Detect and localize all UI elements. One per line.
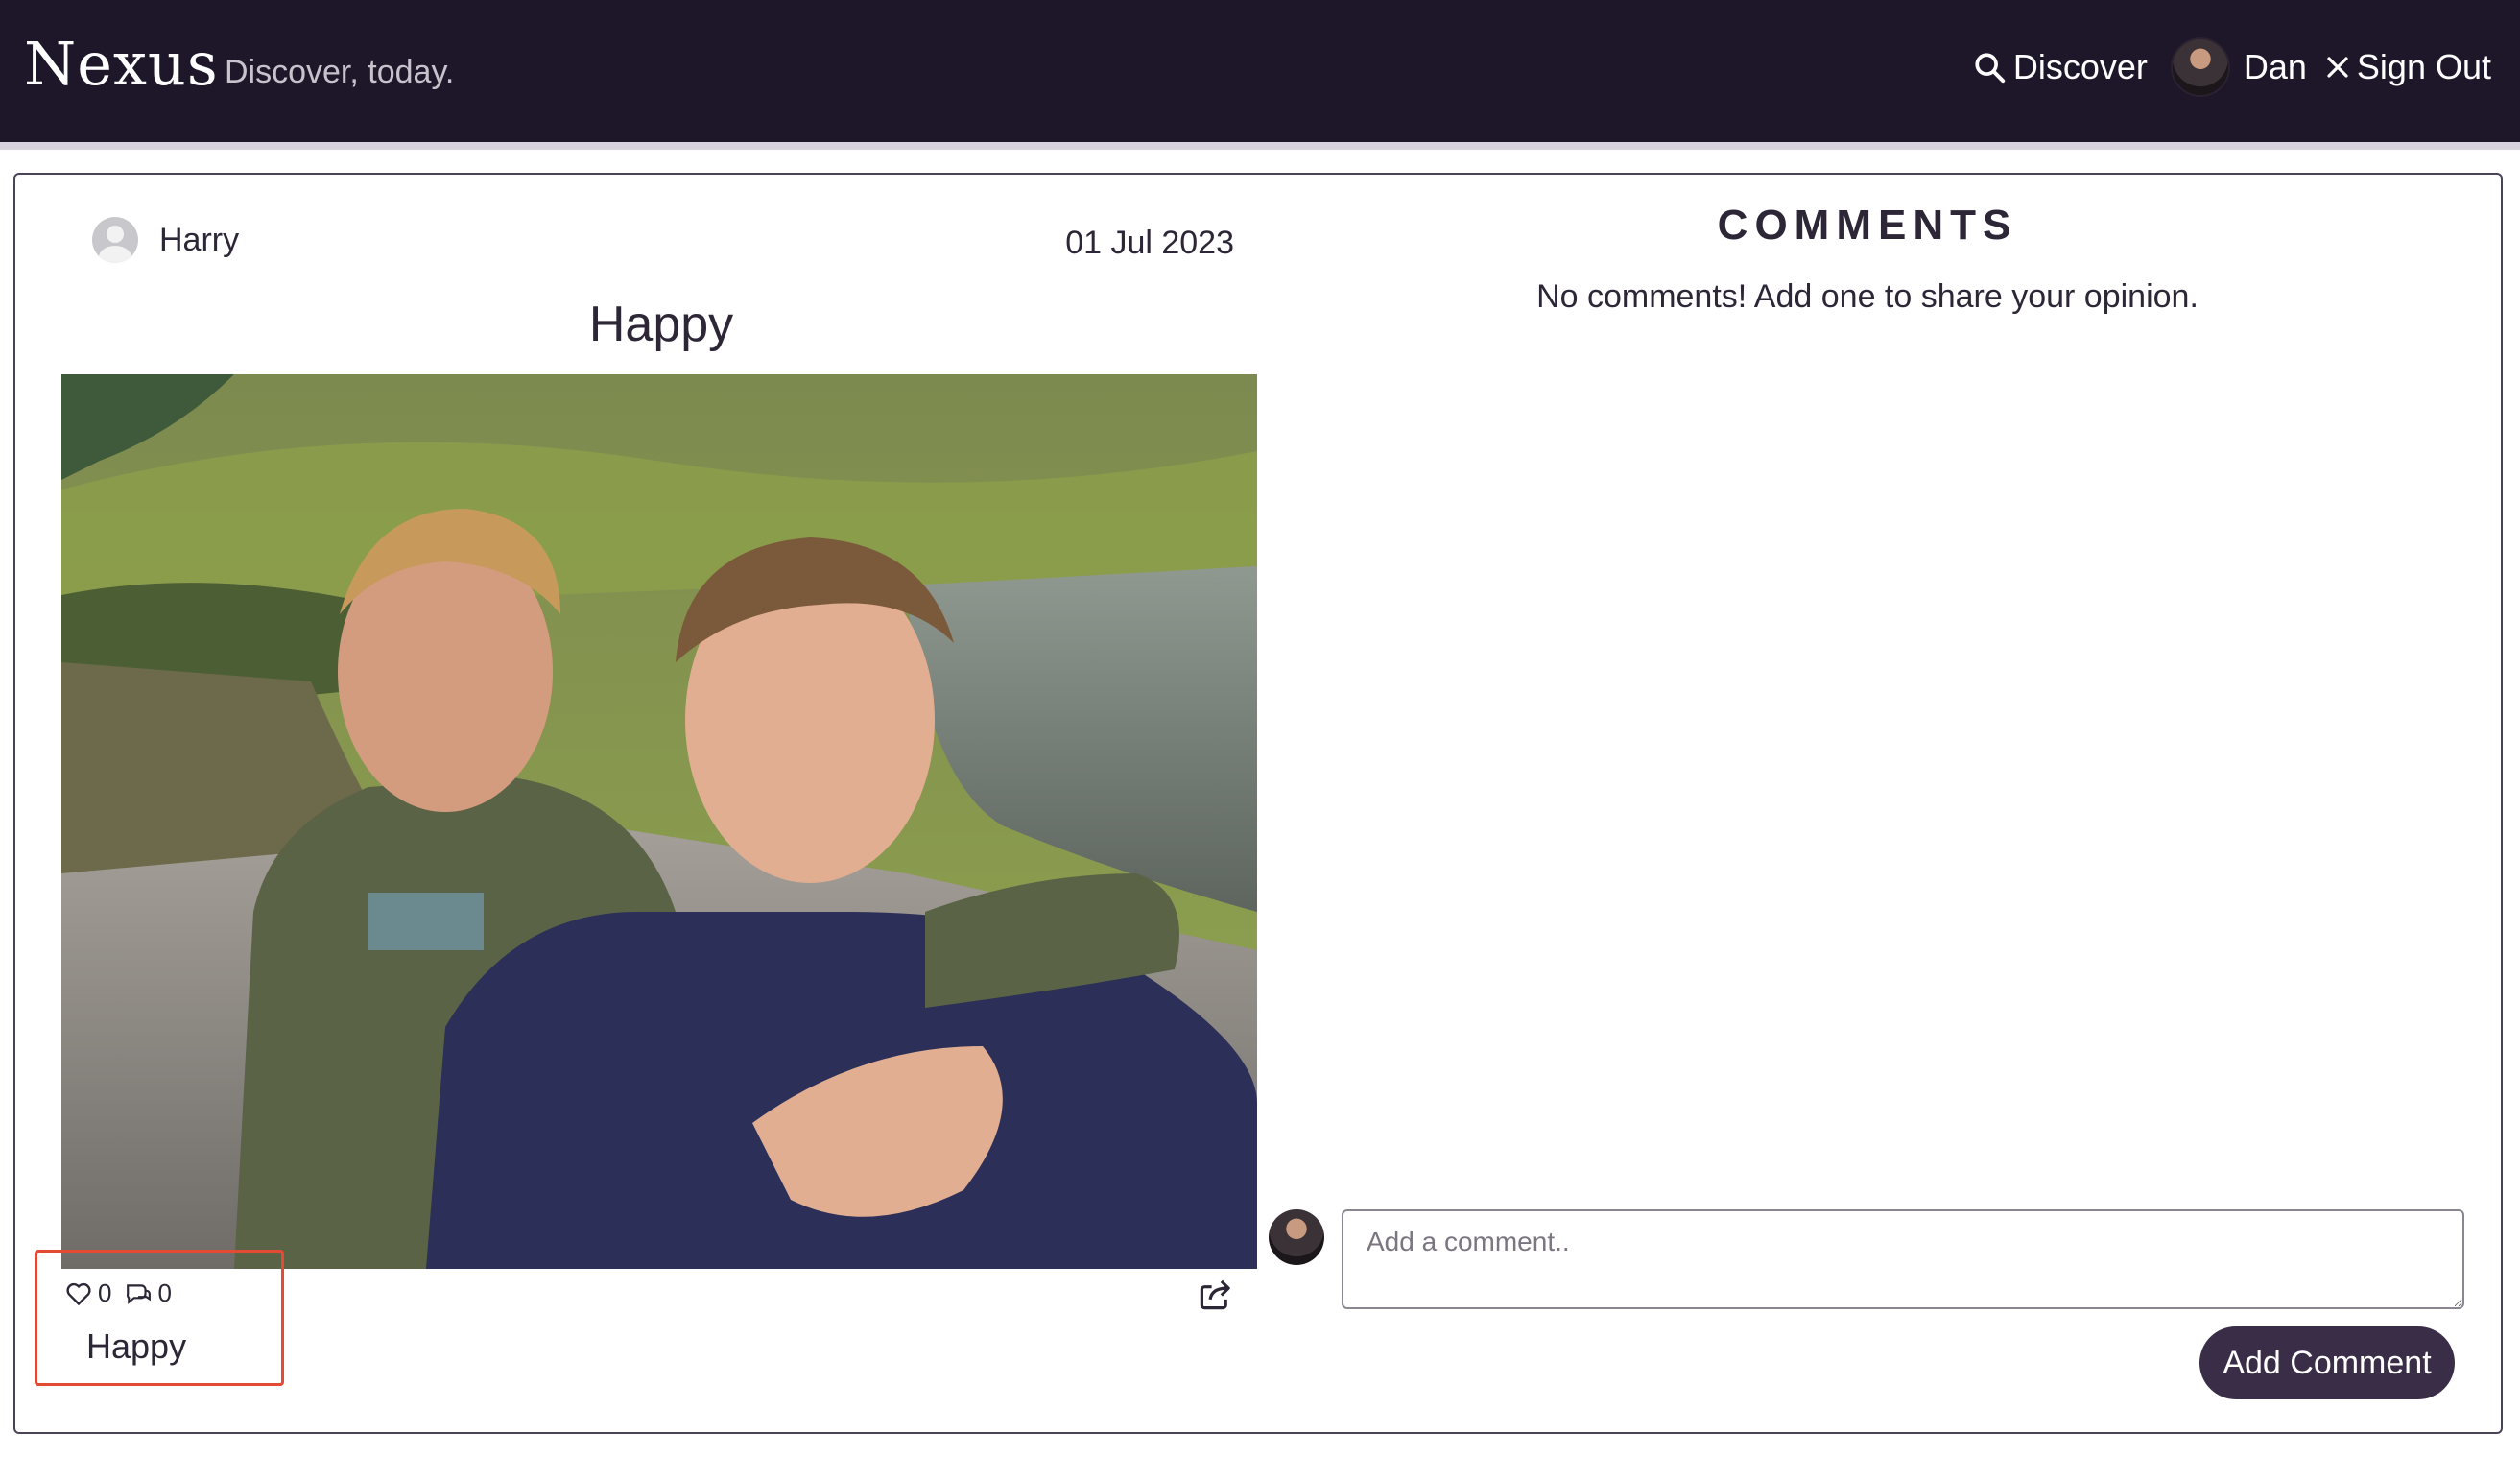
comments-empty-message: No comments! Add one to share your opini…	[1536, 278, 2199, 315]
post-caption: Happy	[86, 1326, 187, 1366]
nav-actions: Discover Dan Sign Out	[1973, 36, 2491, 98]
sign-out-link[interactable]: Sign Out	[2326, 47, 2491, 87]
heart-icon[interactable]	[65, 1281, 92, 1306]
discover-link[interactable]: Discover	[1973, 47, 2148, 87]
sign-out-label: Sign Out	[2356, 47, 2491, 86]
post-author[interactable]: Harry	[92, 217, 239, 263]
post-title: Happy	[588, 297, 734, 352]
post-stats: 0 0	[65, 1278, 172, 1308]
search-icon	[1975, 53, 2005, 84]
like-count: 0	[98, 1278, 112, 1307]
brand-logo[interactable]: Nexus	[24, 29, 219, 99]
comments-heading: COMMENTS	[1717, 202, 2018, 249]
add-comment-button[interactable]: Add Comment	[2199, 1326, 2455, 1399]
comment-count: 0	[157, 1278, 172, 1307]
user-name[interactable]: Dan	[2244, 47, 2307, 87]
share-icon[interactable]	[1198, 1277, 1234, 1311]
navbar-divider	[0, 142, 2520, 150]
avatar	[1269, 1209, 1324, 1265]
comment-input[interactable]	[1342, 1209, 2464, 1309]
avatar[interactable]	[2170, 37, 2230, 97]
post-date: 01 Jul 2023	[1065, 225, 1234, 261]
tagline: Discover, today.	[225, 54, 455, 90]
comment-icon[interactable]	[125, 1281, 152, 1306]
navbar: Nexus Discover, today. Discover Dan Sign…	[0, 0, 2520, 142]
author-avatar-icon	[92, 217, 138, 263]
discover-label: Discover	[2012, 47, 2148, 86]
close-icon	[2327, 57, 2348, 78]
post-photo	[61, 374, 1257, 1269]
post-card: Harry 01 Jul 2023 Happy 0 0 Happy COMMEN…	[13, 173, 2503, 1434]
author-name[interactable]: Harry	[159, 222, 239, 259]
